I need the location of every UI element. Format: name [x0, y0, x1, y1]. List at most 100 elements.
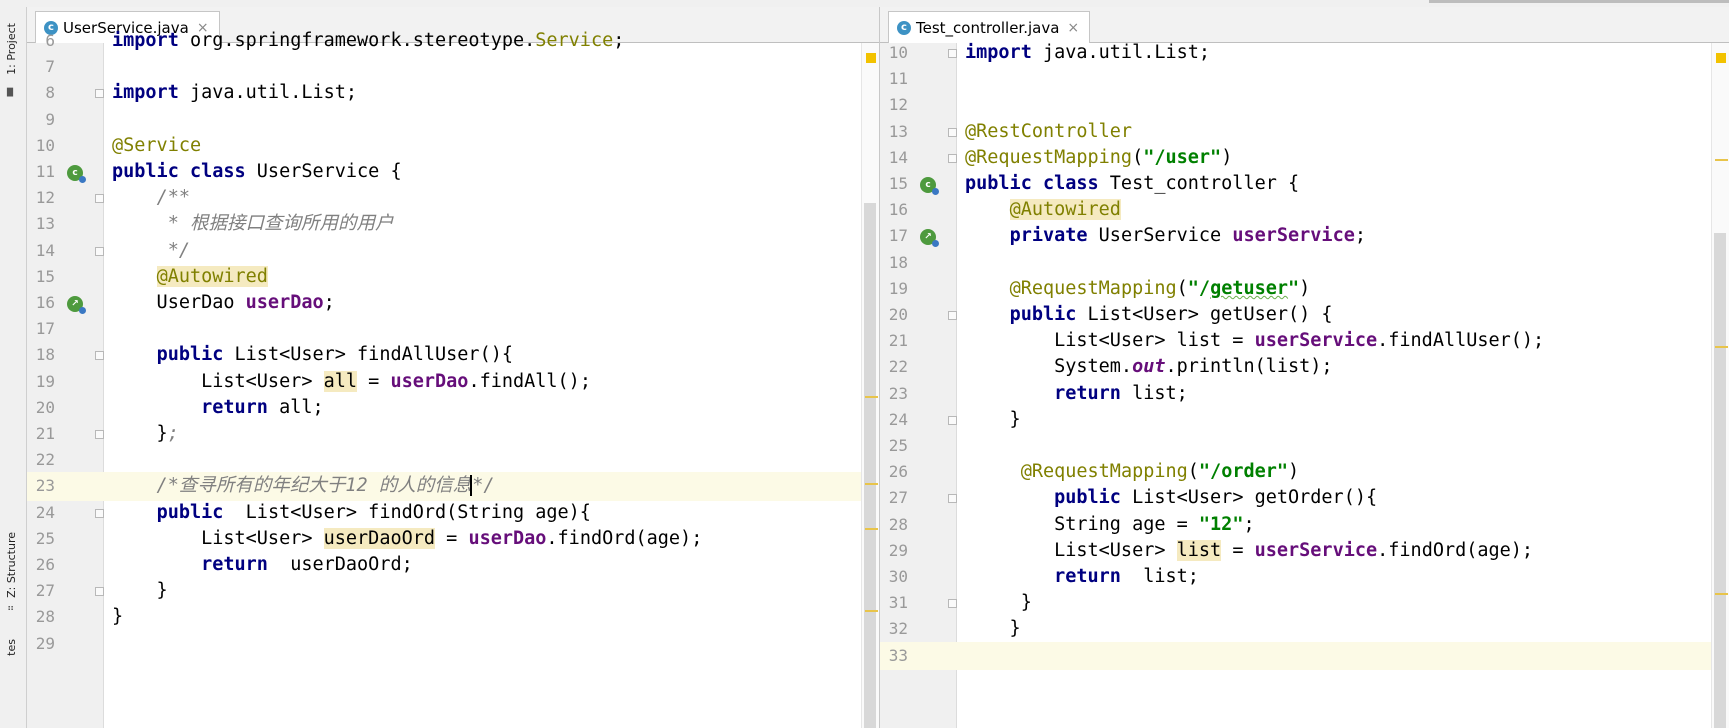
code-text[interactable]: @Service: [112, 135, 201, 156]
code-line[interactable]: 32 }: [880, 615, 1729, 644]
usage-marker[interactable]: [1715, 346, 1728, 348]
code-line[interactable]: 10 @Service: [27, 132, 879, 161]
code-text[interactable]: }: [965, 593, 1032, 613]
code-line[interactable]: 27 }: [27, 577, 879, 606]
code-text[interactable]: @RequestMapping("/getuser"): [965, 278, 1311, 299]
code-line[interactable]: 16 ↗ UserDao userDao;: [27, 289, 879, 318]
code-text[interactable]: @Autowired: [965, 199, 1121, 221]
code-text[interactable]: List<User> list = userService.findOrd(ag…: [965, 539, 1533, 561]
code-line[interactable]: 26 return userDaoOrd;: [27, 551, 879, 580]
code-line[interactable]: 16 @Autowired: [880, 196, 1729, 225]
code-text[interactable]: * 根据接口查询所用的用户: [112, 214, 394, 234]
code-text[interactable]: return list;: [965, 567, 1199, 587]
code-text[interactable]: public class Test_controller {: [965, 174, 1299, 194]
code-line[interactable]: 28}: [27, 603, 879, 632]
code-text[interactable]: @RequestMapping("/user"): [965, 147, 1232, 168]
code-text[interactable]: };: [112, 424, 179, 444]
code-line[interactable]: 17: [27, 315, 879, 344]
fold-marker-icon[interactable]: [948, 127, 957, 137]
fold-marker-icon[interactable]: [948, 599, 957, 609]
bottom-tool-tab[interactable]: tes: [5, 639, 18, 656]
code-line[interactable]: 12 /**: [27, 184, 879, 213]
code-line[interactable]: 11: [880, 65, 1729, 94]
close-icon[interactable]: ×: [1067, 20, 1079, 36]
code-line[interactable]: 19 List<User> all = userDao.findAll();: [27, 368, 879, 397]
fold-marker-icon[interactable]: [95, 246, 104, 256]
code-line[interactable]: 24 public List<User> findOrd(String age)…: [27, 499, 879, 528]
code-text[interactable]: }: [112, 607, 123, 627]
autowired-navigate-icon[interactable]: ↗: [67, 296, 86, 314]
left-scrollbar[interactable]: [861, 43, 879, 728]
code-line[interactable]: 9: [27, 106, 879, 135]
code-line[interactable]: 6 import org.springframework.stereotype.S…: [27, 27, 879, 56]
code-line[interactable]: 18 public List<User> findAllUser(){: [27, 341, 879, 370]
code-line[interactable]: 13 * 根据接口查询所用的用户: [27, 210, 879, 239]
code-text[interactable]: import java.util.List;: [965, 43, 1210, 63]
fold-marker-icon[interactable]: [95, 508, 104, 518]
fold-marker-icon[interactable]: [948, 49, 957, 58]
warning-indicator-icon[interactable]: [866, 53, 876, 63]
project-tool-tab[interactable]: 1: Project: [5, 23, 18, 75]
code-text[interactable]: @RestController: [965, 121, 1132, 142]
code-line[interactable]: 21 };: [27, 420, 879, 449]
code-text[interactable]: /*查寻所有的年纪大于12 的人的信息*/: [112, 475, 495, 497]
code-line[interactable]: 29 List<User> list = userService.findOrd…: [880, 537, 1729, 566]
code-text[interactable]: }: [965, 409, 1021, 430]
fold-marker-icon[interactable]: [95, 587, 104, 597]
code-line[interactable]: 15 @Autowired: [27, 263, 879, 292]
code-line[interactable]: 25 List<User> userDaoOrd = userDao.findO…: [27, 525, 879, 554]
left-scroll-thumb[interactable]: [864, 203, 876, 728]
code-line[interactable]: 7: [27, 53, 879, 82]
code-line[interactable]: 14 */: [27, 237, 879, 266]
code-text[interactable]: return list;: [965, 383, 1188, 404]
code-line[interactable]: 20 return all;: [27, 394, 879, 423]
code-text[interactable]: @RequestMapping("/order"): [965, 462, 1299, 482]
fold-marker-icon[interactable]: [948, 311, 957, 320]
fold-marker-icon[interactable]: [95, 430, 104, 439]
autowired-navigate-icon[interactable]: ↗: [920, 229, 939, 248]
code-line[interactable]: 23 /*查寻所有的年纪大于12 的人的信息*/: [27, 472, 879, 502]
code-line[interactable]: 28 String age = "12";: [880, 511, 1729, 540]
code-line[interactable]: 13 @RestController: [880, 118, 1729, 147]
code-text[interactable]: public class UserService {: [112, 162, 402, 182]
fold-marker-icon[interactable]: [948, 153, 957, 163]
right-editor-pane[interactable]: c Test_controller.java × 10 import java.u…: [879, 7, 1729, 728]
fold-marker-icon[interactable]: [95, 194, 104, 204]
code-text[interactable]: */: [112, 240, 190, 261]
code-text[interactable]: private UserService userService;: [965, 226, 1366, 246]
fold-marker-icon[interactable]: [948, 415, 957, 425]
code-line[interactable]: 22 System.out.println(list);: [880, 353, 1729, 382]
spring-bean-icon[interactable]: c: [67, 165, 86, 183]
code-text[interactable]: import java.util.List;: [112, 83, 357, 103]
usage-marker[interactable]: [865, 483, 878, 485]
structure-tool-tab[interactable]: Z: Structure: [5, 532, 18, 598]
code-text[interactable]: public List<User> findAllUser(){: [112, 345, 513, 365]
code-line[interactable]: 27 public List<User> getOrder(){: [880, 484, 1729, 513]
code-text[interactable]: return userDaoOrd;: [112, 555, 413, 575]
left-editor-pane[interactable]: c UserService.java × 6 import org.springf…: [27, 7, 879, 728]
code-line[interactable]: 8 import java.util.List;: [27, 79, 879, 108]
code-line[interactable]: 25: [880, 432, 1729, 461]
code-line[interactable]: 14 @RequestMapping("/user"): [880, 144, 1729, 173]
usage-marker[interactable]: [1715, 593, 1728, 595]
code-line[interactable]: 24 }: [880, 406, 1729, 435]
fold-marker-icon[interactable]: [95, 351, 104, 361]
right-scroll-thumb[interactable]: [1714, 233, 1726, 728]
code-text[interactable]: public List<User> findOrd(String age){: [112, 502, 591, 523]
code-line[interactable]: 29: [27, 630, 879, 659]
code-line[interactable]: 10 import java.util.List;: [880, 39, 1729, 68]
code-text[interactable]: List<User> list = userService.findAllUse…: [965, 331, 1544, 351]
warning-indicator-icon[interactable]: [1716, 53, 1726, 63]
code-text[interactable]: System.out.println(list);: [965, 357, 1332, 377]
code-line[interactable]: 12: [880, 91, 1729, 120]
code-text[interactable]: }: [965, 619, 1021, 639]
code-text[interactable]: import org.springframework.stereotype.Se…: [112, 31, 624, 51]
code-text[interactable]: List<User> all = userDao.findAll();: [112, 370, 591, 392]
code-line[interactable]: 26 @RequestMapping("/order"): [880, 458, 1729, 487]
code-line[interactable]: 17 ↗ private UserService userService;: [880, 222, 1729, 251]
code-line[interactable]: 19 @RequestMapping("/getuser"): [880, 275, 1729, 304]
code-text[interactable]: UserDao userDao;: [112, 293, 335, 313]
code-line[interactable]: 11 c public class UserService {: [27, 158, 879, 187]
code-line[interactable]: 23 return list;: [880, 380, 1729, 409]
code-line[interactable]: 33: [880, 641, 1729, 671]
